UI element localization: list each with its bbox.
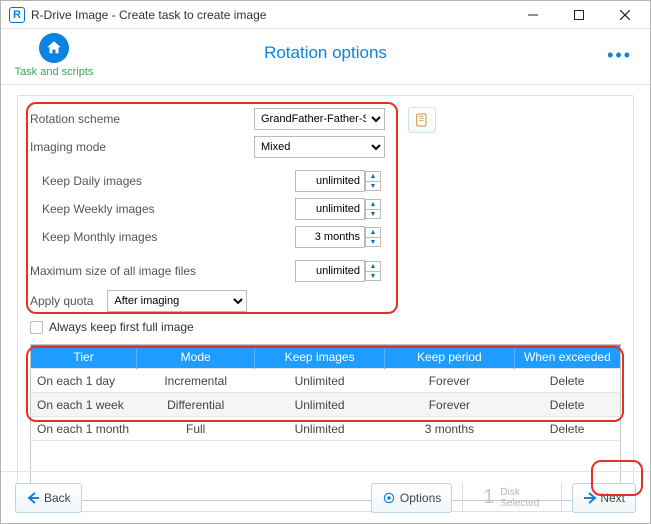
imaging-mode-label: Imaging mode	[30, 140, 106, 154]
table-row[interactable]: On each 1 week Differential Unlimited Fo…	[31, 393, 621, 417]
more-menu-button[interactable]: •••	[599, 41, 640, 70]
divider	[561, 483, 562, 513]
max-size-spinner[interactable]: ▲▼	[295, 260, 385, 282]
keep-daily-label: Keep Daily images	[30, 174, 142, 188]
th-mode: Mode	[137, 345, 255, 369]
th-when-exceeded: When exceeded	[514, 345, 620, 369]
apply-quota-label: Apply quota	[30, 294, 93, 308]
rotation-panel: Rotation scheme GrandFather-Father-Son I…	[17, 95, 634, 512]
window-title: R-Drive Image - Create task to create im…	[31, 8, 510, 22]
always-keep-label: Always keep first full image	[49, 320, 194, 334]
table-row[interactable]: On each 1 month Full Unlimited 3 months …	[31, 417, 621, 441]
spin-up-icon[interactable]: ▲	[365, 227, 381, 237]
maximize-button[interactable]	[556, 1, 602, 29]
spin-down-icon[interactable]: ▼	[365, 181, 381, 191]
page-title: Rotation options	[1, 43, 650, 63]
back-button[interactable]: Back	[15, 483, 82, 513]
gear-icon	[382, 491, 396, 505]
max-size-label: Maximum size of all image files	[30, 264, 196, 278]
task-and-scripts-button[interactable]: Task and scripts	[11, 33, 97, 78]
keep-monthly-label: Keep Monthly images	[30, 230, 157, 244]
disk-label-1: Disk	[500, 487, 539, 498]
keep-weekly-label: Keep Weekly images	[30, 202, 155, 216]
disk-selected-indicator: 1 Disk Selected	[483, 486, 539, 509]
rotation-scheme-select[interactable]: GrandFather-Father-Son	[254, 108, 385, 130]
keep-daily-spinner[interactable]: ▲▼	[295, 170, 385, 192]
spin-up-icon[interactable]: ▲	[365, 171, 381, 181]
keep-monthly-input[interactable]	[295, 226, 365, 248]
spin-down-icon[interactable]: ▼	[365, 209, 381, 219]
options-button[interactable]: Options	[371, 483, 452, 513]
home-icon	[39, 33, 69, 63]
app-logo-icon: R	[9, 7, 25, 23]
close-button[interactable]	[602, 1, 648, 29]
max-size-input[interactable]	[295, 260, 365, 282]
spin-up-icon[interactable]: ▲	[365, 261, 381, 271]
th-keep-images: Keep images	[255, 345, 385, 369]
th-tier: Tier	[31, 345, 137, 369]
keep-weekly-input[interactable]	[295, 198, 365, 220]
keep-monthly-spinner[interactable]: ▲▼	[295, 226, 385, 248]
spin-down-icon[interactable]: ▼	[365, 271, 381, 281]
divider	[462, 483, 463, 513]
table-row[interactable]: On each 1 day Incremental Unlimited Fore…	[31, 369, 621, 393]
always-keep-checkbox[interactable]	[30, 321, 43, 334]
task-and-scripts-label: Task and scripts	[15, 66, 94, 78]
window-titlebar: R R-Drive Image - Create task to create …	[1, 1, 650, 29]
th-keep-period: Keep period	[384, 345, 514, 369]
arrow-left-icon	[26, 492, 40, 504]
spin-down-icon[interactable]: ▼	[365, 237, 381, 247]
footer-bar: Back Options 1 Disk Selected Next	[1, 471, 650, 523]
minimize-button[interactable]	[510, 1, 556, 29]
imaging-mode-select[interactable]: Mixed	[254, 136, 385, 158]
next-button[interactable]: Next	[572, 483, 636, 513]
scheme-helper-button[interactable]	[408, 107, 436, 133]
apply-quota-select[interactable]: After imaging	[107, 290, 247, 312]
arrow-right-icon	[583, 492, 597, 504]
spin-up-icon[interactable]: ▲	[365, 199, 381, 209]
rotation-scheme-label: Rotation scheme	[30, 112, 120, 126]
disk-label-2: Selected	[500, 498, 539, 509]
keep-weekly-spinner[interactable]: ▲▼	[295, 198, 385, 220]
keep-daily-input[interactable]	[295, 170, 365, 192]
header-ribbon: Task and scripts Rotation options •••	[1, 29, 650, 85]
disk-count: 1	[483, 486, 494, 509]
